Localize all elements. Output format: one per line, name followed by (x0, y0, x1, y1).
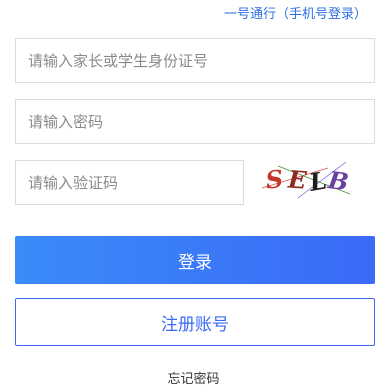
one-pass-login-link[interactable]: 一号通行（手机号登录） (224, 3, 367, 22)
captcha-input[interactable] (15, 160, 244, 205)
id-number-input[interactable] (15, 38, 375, 83)
register-button[interactable]: 注册账号 (15, 298, 375, 346)
captcha-image[interactable]: S E L B (258, 158, 354, 202)
forgot-password-link[interactable]: 忘记密码 (0, 368, 387, 387)
password-input[interactable] (15, 99, 375, 144)
captcha-char: L (306, 165, 329, 197)
captcha-char: B (325, 165, 350, 197)
login-button[interactable]: 登录 (15, 236, 375, 284)
captcha-char: E (286, 164, 308, 194)
captcha-char: S (264, 164, 284, 195)
